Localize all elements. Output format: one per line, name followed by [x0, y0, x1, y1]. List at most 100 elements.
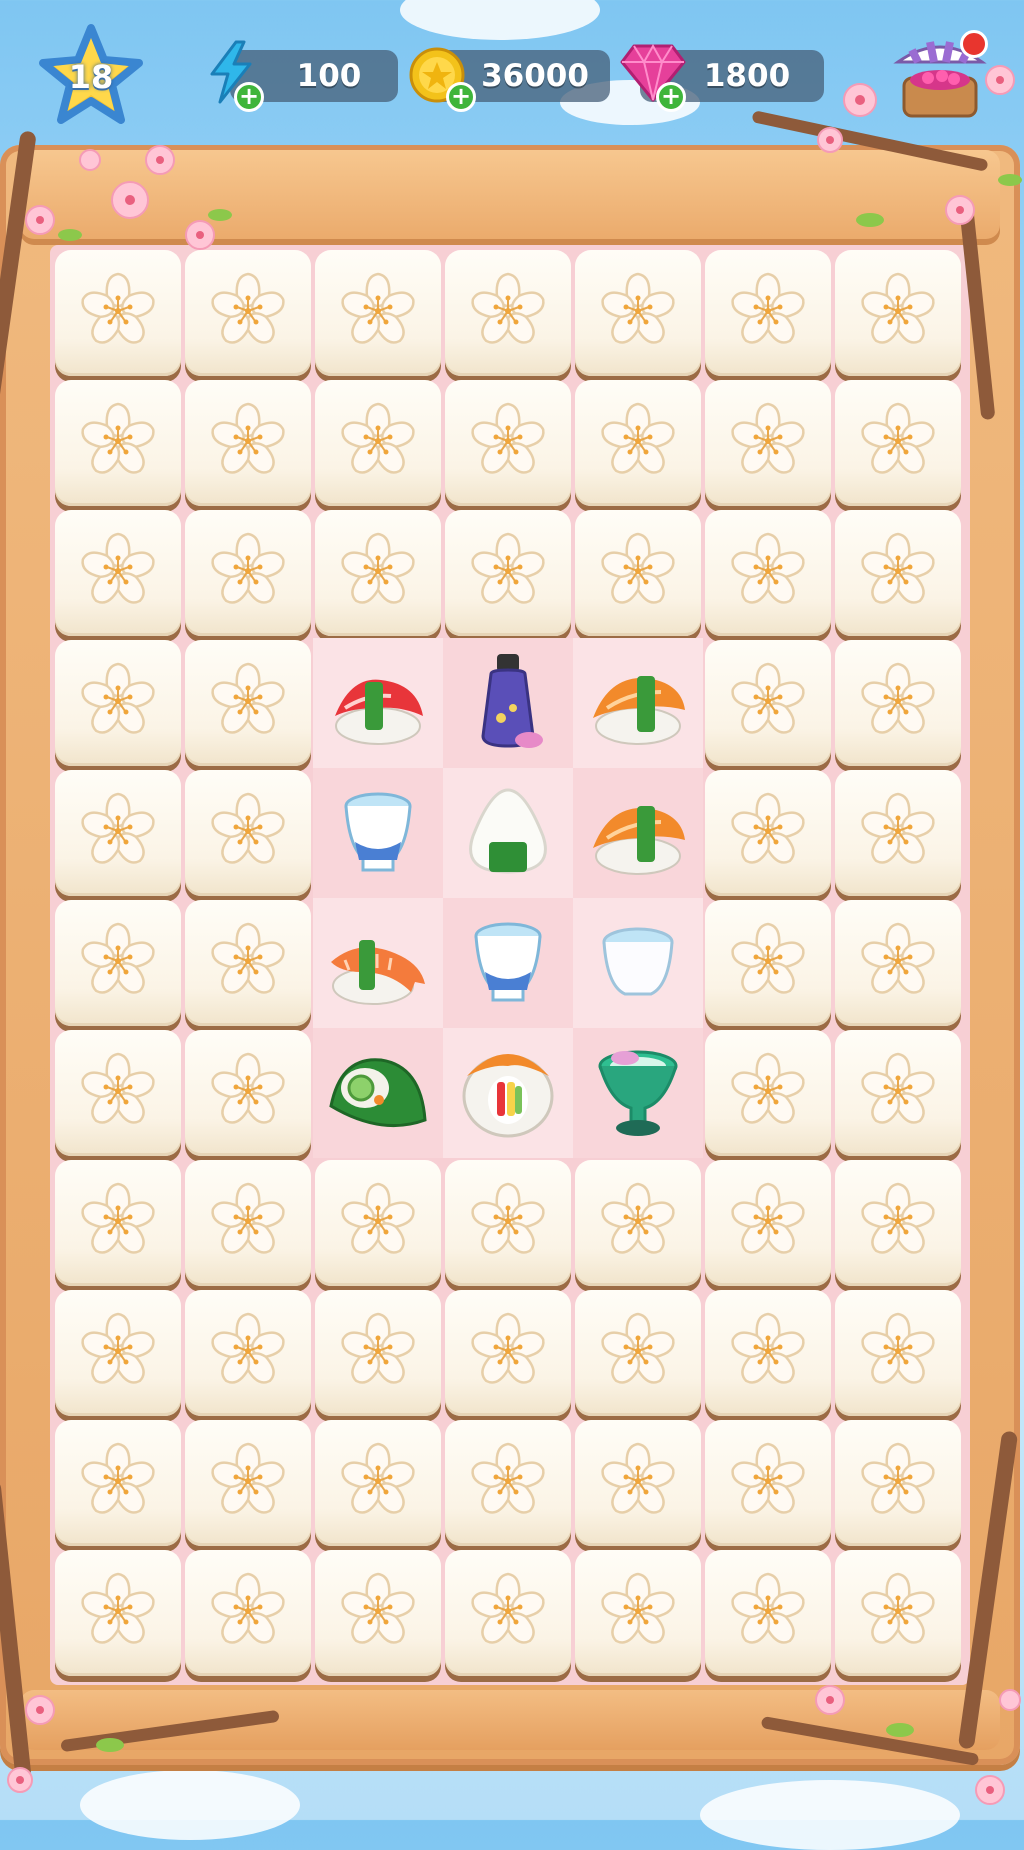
- covered-tile[interactable]: [185, 1030, 311, 1156]
- covered-tile[interactable]: [575, 380, 701, 506]
- cherry-blossom-icon: [471, 402, 545, 474]
- covered-tile[interactable]: [705, 770, 831, 896]
- matcha-cup-icon[interactable]: [581, 1036, 695, 1150]
- cherry-blossom-cluster: [815, 1685, 1021, 1805]
- covered-tile[interactable]: [835, 1290, 961, 1416]
- covered-tile[interactable]: [315, 1290, 441, 1416]
- sake-cup-icon[interactable]: [321, 776, 435, 890]
- covered-tile[interactable]: [575, 1420, 701, 1546]
- covered-tile[interactable]: [705, 510, 831, 636]
- cherry-blossom-icon: [471, 272, 545, 344]
- cucumber-temaki-icon[interactable]: [321, 1036, 435, 1150]
- covered-tile[interactable]: [705, 1550, 831, 1676]
- covered-tile[interactable]: [445, 380, 571, 506]
- covered-tile[interactable]: [445, 1160, 571, 1286]
- cherry-blossom-icon: [731, 1312, 805, 1384]
- covered-tile[interactable]: [705, 1160, 831, 1286]
- covered-tile[interactable]: [55, 1160, 181, 1286]
- board-cell: [573, 1028, 703, 1158]
- covered-tile[interactable]: [315, 1420, 441, 1546]
- covered-tile[interactable]: [185, 1290, 311, 1416]
- covered-tile[interactable]: [315, 1160, 441, 1286]
- cherry-blossom-icon: [861, 922, 935, 994]
- covered-tile[interactable]: [835, 1420, 961, 1546]
- white-sake-cup-icon[interactable]: [581, 906, 695, 1020]
- add-gems-button[interactable]: +: [656, 82, 686, 112]
- covered-tile[interactable]: [315, 510, 441, 636]
- covered-tile[interactable]: [835, 640, 961, 766]
- covered-tile[interactable]: [55, 510, 181, 636]
- cherry-blossom-icon: [211, 272, 285, 344]
- covered-tile[interactable]: [315, 250, 441, 376]
- covered-tile[interactable]: [705, 1030, 831, 1156]
- cherry-blossom-icon: [81, 1052, 155, 1124]
- soy-sauce-bottle-icon[interactable]: [451, 646, 565, 760]
- covered-tile[interactable]: [445, 1290, 571, 1416]
- covered-tile[interactable]: [185, 250, 311, 376]
- covered-tile[interactable]: [835, 1550, 961, 1676]
- covered-tile[interactable]: [55, 1030, 181, 1156]
- covered-tile[interactable]: [445, 510, 571, 636]
- covered-tile[interactable]: [705, 1420, 831, 1546]
- covered-tile[interactable]: [705, 900, 831, 1026]
- covered-tile[interactable]: [55, 380, 181, 506]
- california-roll-icon[interactable]: [451, 1036, 565, 1150]
- covered-tile[interactable]: [55, 250, 181, 376]
- board-cell: [443, 1028, 573, 1158]
- covered-tile[interactable]: [315, 1550, 441, 1676]
- cherry-blossom-icon: [211, 1312, 285, 1384]
- notification-dot: [960, 30, 988, 58]
- covered-tile[interactable]: [185, 380, 311, 506]
- covered-tile[interactable]: [55, 900, 181, 1026]
- covered-tile[interactable]: [575, 1550, 701, 1676]
- covered-tile[interactable]: [445, 250, 571, 376]
- add-coins-button[interactable]: +: [446, 82, 476, 112]
- covered-tile[interactable]: [55, 1420, 181, 1546]
- cherry-blossom-icon: [81, 792, 155, 864]
- onigiri-icon[interactable]: [451, 776, 565, 890]
- covered-tile[interactable]: [575, 510, 701, 636]
- covered-tile[interactable]: [705, 380, 831, 506]
- covered-tile[interactable]: [55, 640, 181, 766]
- covered-tile[interactable]: [835, 1160, 961, 1286]
- tuna-nigiri-icon[interactable]: [321, 646, 435, 760]
- cherry-blossom-icon: [861, 272, 935, 344]
- covered-tile[interactable]: [185, 1550, 311, 1676]
- covered-tile[interactable]: [575, 1290, 701, 1416]
- sake-cup-icon[interactable]: [451, 906, 565, 1020]
- covered-tile[interactable]: [835, 380, 961, 506]
- covered-tile[interactable]: [55, 770, 181, 896]
- level-badge[interactable]: 18: [36, 22, 146, 132]
- covered-tile[interactable]: [55, 1290, 181, 1416]
- cherry-blossom-icon: [341, 272, 415, 344]
- covered-tile[interactable]: [185, 1160, 311, 1286]
- covered-tile[interactable]: [835, 510, 961, 636]
- covered-tile[interactable]: [185, 510, 311, 636]
- cherry-blossom-icon: [601, 272, 675, 344]
- game-board: [50, 245, 970, 1685]
- energy-value: 100: [296, 58, 362, 94]
- salmon-nigiri-icon[interactable]: [581, 776, 695, 890]
- covered-tile[interactable]: [835, 1030, 961, 1156]
- covered-tile[interactable]: [835, 900, 961, 1026]
- covered-tile[interactable]: [575, 1160, 701, 1286]
- covered-tile[interactable]: [835, 770, 961, 896]
- covered-tile[interactable]: [185, 770, 311, 896]
- covered-tile[interactable]: [835, 250, 961, 376]
- covered-tile[interactable]: [55, 1550, 181, 1676]
- covered-tile[interactable]: [315, 380, 441, 506]
- covered-tile[interactable]: [445, 1420, 571, 1546]
- add-energy-button[interactable]: +: [234, 82, 264, 112]
- salmon-nigiri-icon[interactable]: [581, 646, 695, 760]
- covered-tile[interactable]: [185, 900, 311, 1026]
- covered-tile[interactable]: [705, 250, 831, 376]
- shrimp-nigiri-icon[interactable]: [321, 906, 435, 1020]
- cherry-blossom-icon: [81, 922, 155, 994]
- covered-tile[interactable]: [575, 250, 701, 376]
- covered-tile[interactable]: [185, 1420, 311, 1546]
- covered-tile[interactable]: [705, 640, 831, 766]
- covered-tile[interactable]: [185, 640, 311, 766]
- covered-tile[interactable]: [705, 1290, 831, 1416]
- covered-tile[interactable]: [445, 1550, 571, 1676]
- cherry-blossom-cluster: [25, 145, 232, 250]
